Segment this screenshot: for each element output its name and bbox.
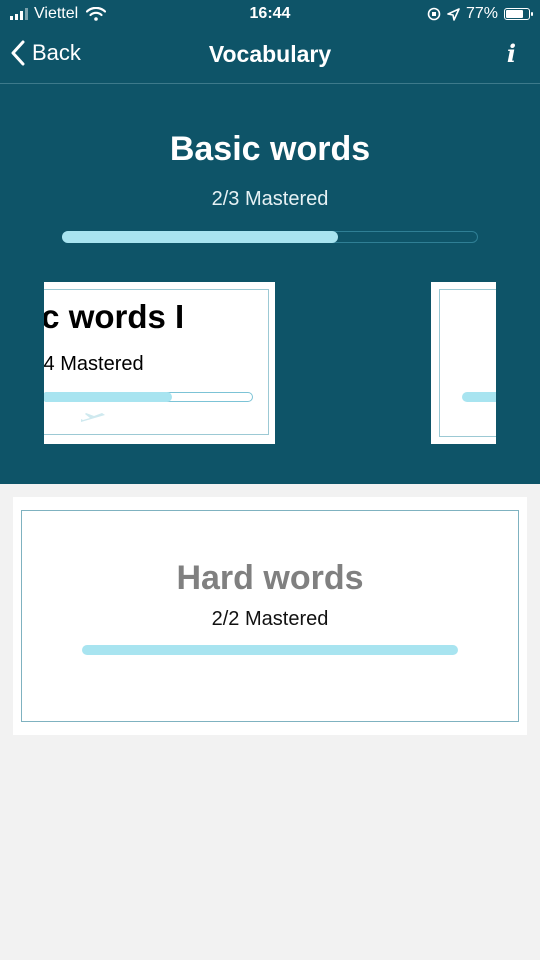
lesson-card-progress-fill xyxy=(44,392,172,402)
header-panel: Viettel 16:44 77% Back Vocabulary i Basi… xyxy=(0,0,540,484)
section-progress-bar xyxy=(62,231,478,243)
lesson-card-title: ic words I xyxy=(44,298,185,335)
hard-words-card[interactable]: Hard words 2/2 Mastered xyxy=(13,497,527,735)
section-progress-fill xyxy=(62,231,339,243)
info-button[interactable]: i xyxy=(507,39,516,68)
battery-icon xyxy=(504,8,533,20)
page-title: Vocabulary xyxy=(208,41,332,67)
lesson-card[interactable]: ic words I /4 Mastered xyxy=(44,282,275,444)
lesson-card-progress-bar xyxy=(44,392,253,402)
airplane-icon xyxy=(81,413,105,422)
lesson-card-mastered: /4 Mastered xyxy=(44,353,144,375)
hard-words-mastered: 2/2 Mastered xyxy=(211,608,329,630)
location-icon xyxy=(447,7,460,21)
hard-words-progress-bar xyxy=(82,645,458,655)
section-mastered: 2/3 Mastered xyxy=(211,188,329,210)
battery-percent: 77% xyxy=(465,5,498,22)
next-lesson-progress-bar xyxy=(462,392,496,402)
hard-words-title: Hard words xyxy=(176,559,364,597)
next-lesson-card[interactable] xyxy=(431,282,496,444)
navigation-bar: Back Vocabulary i xyxy=(0,28,540,84)
status-bar: Viettel 16:44 77% xyxy=(0,0,540,28)
orientation-lock-icon xyxy=(427,7,441,21)
section-title: Basic words xyxy=(169,130,371,168)
